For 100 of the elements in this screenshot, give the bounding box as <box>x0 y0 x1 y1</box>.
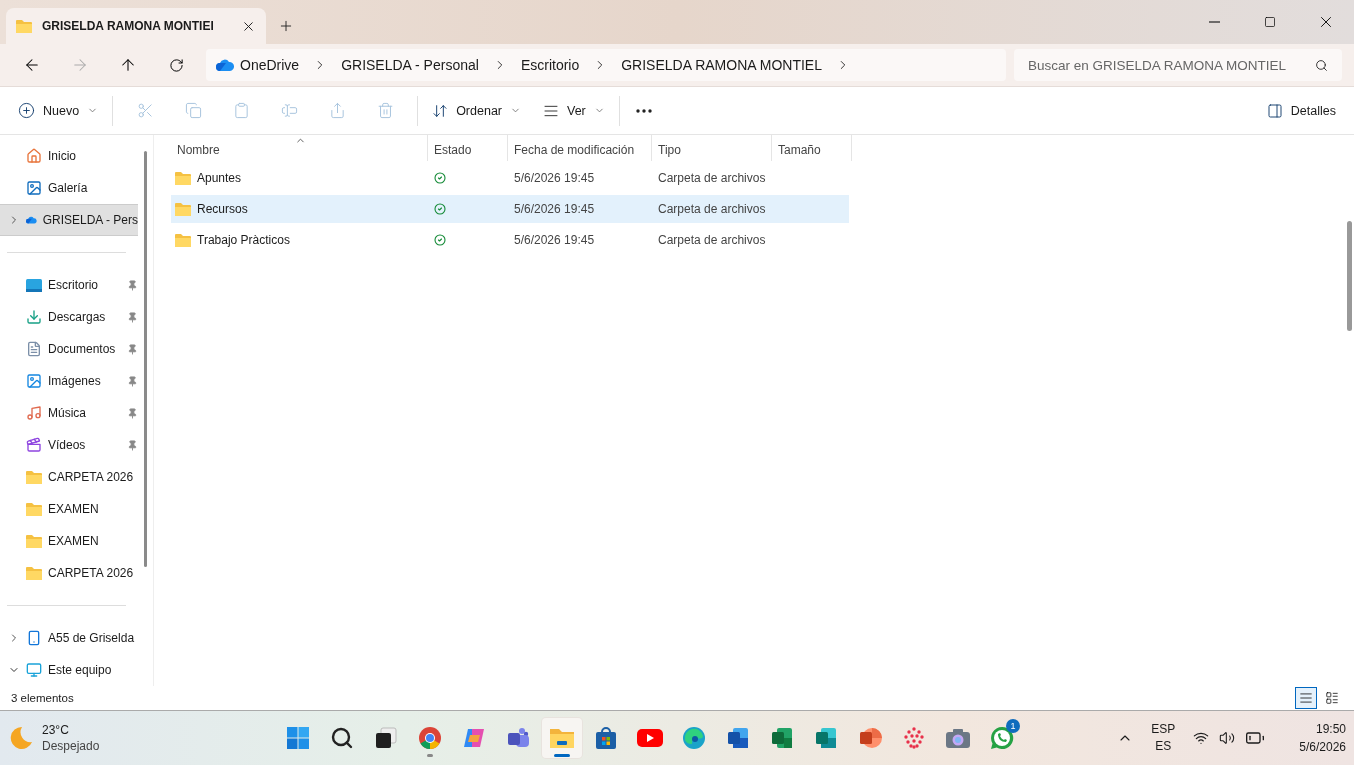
moon-icon <box>8 725 34 751</box>
wave-browser-icon <box>682 726 706 750</box>
sidebar-item[interactable]: Imágenes <box>0 365 138 397</box>
sidebar-label: Inicio <box>48 149 76 163</box>
phone-icon <box>26 630 42 646</box>
language-indicator[interactable]: ESP ES <box>1151 721 1176 755</box>
sidebar-label: EXAMEN <box>48 534 99 548</box>
modified-date: 5/6/2026 19:45 <box>514 233 595 247</box>
sidebar-item[interactable]: CARPETA 2026 <box>0 557 138 589</box>
play-icon <box>637 729 663 747</box>
column-header[interactable]: Tipo <box>652 135 772 161</box>
column-header[interactable]: Tamaño <box>772 135 852 161</box>
dot-sphere-icon <box>902 726 926 750</box>
refresh-icon <box>168 57 184 73</box>
publishing-app-icon <box>814 726 838 750</box>
clock[interactable]: 19:50 5/6/2026 <box>1299 720 1346 756</box>
volume-icon[interactable] <box>1219 730 1236 746</box>
file-type: Carpeta de archivos <box>658 233 766 247</box>
wifi-icon[interactable] <box>1193 730 1210 746</box>
cloud-icon <box>26 214 37 226</box>
file-type: Carpeta de archivos <box>658 202 766 216</box>
sidebar-label: EXAMEN <box>48 502 99 516</box>
ribbon-icon <box>462 726 486 750</box>
file-row[interactable]: Trabajo Pràcticos 5/6/2026 19:45 Carpeta de archivos <box>171 226 849 254</box>
maximize-icon <box>1264 16 1276 28</box>
modified-date: 5/6/2026 19:45 <box>514 171 595 185</box>
sidebar-item[interactable]: EXAMEN <box>0 525 138 557</box>
search-field[interactable]: Buscar en GRISELDA RAMONA MONTIEL <box>1014 49 1342 81</box>
sidebar-item[interactable]: Documentos <box>0 333 138 365</box>
column-header[interactable]: Nombre <box>171 135 428 161</box>
document-icon <box>26 341 42 357</box>
sidebar-item[interactable]: CARPETA 2026 <box>0 461 138 493</box>
file-name: Trabajo Pràcticos <box>197 233 290 247</box>
file-type: Carpeta de archivos <box>658 171 766 185</box>
sidebar-label: Descargas <box>48 310 106 324</box>
details-button[interactable]: Detalles <box>1260 94 1342 127</box>
weather-condition: Despejado <box>42 738 100 754</box>
temperature: 23°C <box>42 722 70 738</box>
window-tab[interactable]: GRISELDA RAMONA MONTIEI <box>6 8 266 44</box>
folder-icon <box>16 19 32 33</box>
folder-icon <box>175 202 191 216</box>
sidebar-item[interactable]: EXAMEN <box>0 493 138 525</box>
sidebar-item[interactable]: Música <box>0 397 138 429</box>
sort-button[interactable]: Ordenar <box>426 94 527 127</box>
breadcrumb-item[interactable]: GRISELDA - Personal <box>341 57 479 73</box>
start-grid-icon <box>286 726 310 750</box>
taskbar-app[interactable]: 1 <box>982 718 1022 758</box>
file-row[interactable]: Recursos 5/6/2026 19:45 Carpeta de archivos <box>171 195 849 223</box>
address-bar[interactable]: OneDrive GRISELDA - Personal Escritorio GRISELDA RAMONA MONTIEL <box>206 49 1006 81</box>
sidebar-item[interactable]: GRISELDA - Pers <box>0 204 138 236</box>
breadcrumb-item[interactable]: OneDrive <box>240 57 300 73</box>
download-icon <box>26 309 42 325</box>
video-icon <box>26 437 42 453</box>
file-name: Apuntes <box>197 171 242 185</box>
sidebar-label: Imágenes <box>48 374 101 388</box>
column-header[interactable]: Fecha de modificación <box>508 135 652 161</box>
spreadsheet-app-icon <box>770 726 794 750</box>
search-icon <box>1315 59 1328 72</box>
tab-title: GRISELDA RAMONA MONTIEI <box>42 19 214 33</box>
sidebar-item[interactable]: Escritorio <box>0 269 138 301</box>
document-app-icon <box>726 726 750 750</box>
sidebar-item[interactable]: Descargas <box>0 301 138 333</box>
image-icon <box>26 373 42 389</box>
sidebar-label: CARPETA 2026 <box>48 470 134 484</box>
plus-circle-icon <box>18 102 35 119</box>
forward-arrow-icon <box>71 56 89 74</box>
folder-icon <box>549 726 575 750</box>
sidebar-item[interactable]: Vídeos <box>0 429 138 461</box>
new-button[interactable]: Nuevo <box>12 94 105 127</box>
minimize-icon <box>1208 21 1220 23</box>
folder-icon <box>175 233 191 247</box>
ellipsis-icon <box>635 108 652 113</box>
cloud-icon <box>216 59 234 71</box>
breadcrumb-item[interactable]: GRISELDA RAMONA MONTIEL <box>621 57 822 73</box>
notification-badge: 1 <box>1006 719 1020 733</box>
sidebar-item[interactable]: Este equipo <box>0 654 138 686</box>
details-view-button[interactable] <box>1295 687 1317 709</box>
desktop-icon <box>26 278 42 292</box>
column-header[interactable]: Estado <box>428 135 508 161</box>
sidebar-item[interactable]: Inicio <box>0 140 138 172</box>
sidebar-label: Documentos <box>48 342 116 356</box>
folder-icon <box>26 470 42 484</box>
sidebar-item[interactable]: Galería <box>0 172 138 204</box>
modified-date: 5/6/2026 19:45 <box>514 202 595 216</box>
sidebar-label: Música <box>48 406 86 420</box>
side-panel-icon <box>1266 102 1283 119</box>
music-icon <box>26 405 42 421</box>
breadcrumb-item[interactable]: Escritorio <box>520 57 580 73</box>
sidebar-item[interactable]: A55 de Griselda <box>0 622 138 654</box>
plus-icon <box>278 18 294 34</box>
view-button[interactable]: Ver <box>537 94 611 127</box>
folder-icon <box>26 566 42 580</box>
sidebar-label: CARPETA 2026 <box>48 566 134 580</box>
lines-icon <box>1299 691 1313 705</box>
file-row[interactable]: Apuntes 5/6/2026 19:45 Carpeta de archivos <box>171 164 849 192</box>
slides-app-icon <box>858 726 882 750</box>
monitor-icon <box>26 662 42 678</box>
folder-icon <box>175 171 191 185</box>
people-icon <box>506 726 530 750</box>
camera-icon <box>945 727 971 749</box>
